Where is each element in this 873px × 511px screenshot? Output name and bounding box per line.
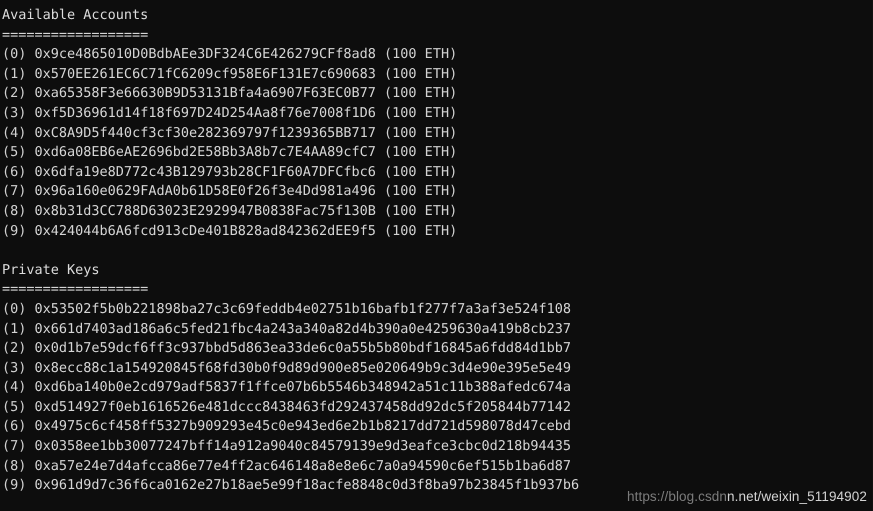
private-key-value-0: 0x53502f5b0b221898ba27c3c69feddb4e02751b…	[34, 300, 571, 317]
account-index-0: (0)	[2, 46, 27, 63]
terminal-output: Available Accounts ================== (0…	[0, 0, 873, 511]
account-row-8: (8) 0x8b31d3CC788D63023E2929947B0838Fac7…	[2, 202, 873, 222]
account-row-3: (3) 0xf5D36961d14f18f697D24D254Aa8f76e70…	[2, 104, 873, 124]
account-address-7: 0x96a160e0629FAdA0b61D58E0f26f3e4Dd981a4…	[34, 183, 376, 200]
private-key-index-6: (6)	[2, 418, 27, 435]
account-address-0: 0x9ce4865010D0BdbAEe3DF324C6E426279CFf8a…	[34, 46, 376, 63]
private-key-index-3: (3)	[2, 359, 27, 376]
section-rule-private-keys: ==================	[2, 281, 149, 298]
account-balance-5: (100 ETH)	[384, 144, 458, 161]
account-balance-8: (100 ETH)	[384, 202, 458, 219]
section-rule-available-accounts: ==================	[2, 26, 149, 43]
account-index-6: (6)	[2, 163, 27, 180]
private-key-row-7: (7) 0x0358ee1bb30077247bff14a912a9040c84…	[2, 437, 873, 457]
account-address-9: 0x424044b6A6fcd913cDe401B828ad842362dEE9…	[34, 222, 376, 239]
account-address-8: 0x8b31d3CC788D63023E2929947B0838Fac75f13…	[34, 202, 376, 219]
private-key-index-9: (9)	[2, 477, 27, 494]
section-title-available-accounts: Available Accounts	[2, 7, 149, 23]
private-key-row-1: (1) 0x661d7403ad186a6c5fed21fbc4a243a340…	[2, 320, 873, 340]
private-key-row-6: (6) 0x4975c6cf458ff5327b909293e45c0e943e…	[2, 417, 873, 437]
account-row-5: (5) 0xd6a08EB6eAE2696bd2E58Bb3A8b7c7E4AA…	[2, 143, 873, 163]
account-balance-4: (100 ETH)	[384, 124, 458, 141]
account-balance-1: (100 ETH)	[384, 65, 458, 82]
account-address-1: 0x570EE261EC6C71fC6209cf958E6F131E7c6906…	[34, 65, 376, 82]
account-row-2: (2) 0xa65358F3e66630B9D53131Bfa4a6907F63…	[2, 84, 873, 104]
account-row-7: (7) 0x96a160e0629FAdA0b61D58E0f26f3e4Dd9…	[2, 182, 873, 202]
account-balance-6: (100 ETH)	[384, 163, 458, 180]
account-index-5: (5)	[2, 144, 27, 161]
private-key-value-2: 0x0d1b7e59dcf6ff3c937bbd5d863ea33de6c0a5…	[34, 340, 571, 357]
account-index-8: (8)	[2, 202, 27, 219]
private-key-row-8: (8) 0xa57e24e7d4afcca86e77e4ff2ac646148a…	[2, 457, 873, 477]
private-key-index-8: (8)	[2, 457, 27, 474]
private-key-row-9: (9) 0x961d9d7c36f6ca0162e27b18ae5e99f18a…	[2, 476, 873, 496]
account-index-9: (9)	[2, 222, 27, 239]
account-address-5: 0xd6a08EB6eAE2696bd2E58Bb3A8b7c7E4AA89cf…	[34, 144, 376, 161]
private-key-value-1: 0x661d7403ad186a6c5fed21fbc4a243a340a82d…	[34, 320, 571, 337]
account-index-7: (7)	[2, 183, 27, 200]
private-key-index-0: (0)	[2, 300, 27, 317]
private-key-row-4: (4) 0xd6ba140b0e2cd979adf5837f1ffce07b6b…	[2, 378, 873, 398]
account-balance-0: (100 ETH)	[384, 46, 458, 63]
private-key-value-5: 0xd514927f0eb1616526e481dccc8438463fd292…	[34, 398, 571, 415]
private-key-row-3: (3) 0x8ecc88c1a154920845f68fd30b0f9d89d9…	[2, 359, 873, 379]
account-balance-9: (100 ETH)	[384, 222, 458, 239]
account-index-2: (2)	[2, 85, 27, 102]
private-key-value-6: 0x4975c6cf458ff5327b909293e45c0e943ed6e2…	[34, 418, 571, 435]
private-key-index-4: (4)	[2, 379, 27, 396]
account-address-3: 0xf5D36961d14f18f697D24D254Aa8f76e7008f1…	[34, 104, 376, 121]
section-title-private-keys: Private Keys	[2, 261, 100, 278]
private-key-value-3: 0x8ecc88c1a154920845f68fd30b0f9d89d900e8…	[34, 359, 571, 376]
blank-line-separator	[2, 241, 873, 261]
private-key-row-5: (5) 0xd514927f0eb1616526e481dccc8438463f…	[2, 398, 873, 418]
private-key-value-4: 0xd6ba140b0e2cd979adf5837f1ffce07b6b5546…	[34, 379, 571, 396]
account-index-3: (3)	[2, 104, 27, 121]
private-key-row-2: (2) 0x0d1b7e59dcf6ff3c937bbd5d863ea33de6…	[2, 339, 873, 359]
private-key-index-2: (2)	[2, 340, 27, 357]
private-key-index-1: (1)	[2, 320, 27, 337]
account-index-1: (1)	[2, 65, 27, 82]
account-balance-3: (100 ETH)	[384, 104, 458, 121]
private-key-row-0: (0) 0x53502f5b0b221898ba27c3c69feddb4e02…	[2, 300, 873, 320]
account-row-1: (1) 0x570EE261EC6C71fC6209cf958E6F131E7c…	[2, 65, 873, 85]
private-key-value-7: 0x0358ee1bb30077247bff14a912a9040c845791…	[34, 438, 571, 455]
account-index-4: (4)	[2, 124, 27, 141]
account-balance-7: (100 ETH)	[384, 183, 458, 200]
account-address-4: 0xC8A9D5f440cf3cf30e282369797f1239365BB7…	[34, 124, 376, 141]
private-key-value-9: 0x961d9d7c36f6ca0162e27b18ae5e99f18acfe8…	[34, 477, 580, 494]
private-key-index-5: (5)	[2, 398, 27, 415]
private-key-value-8: 0xa57e24e7d4afcca86e77e4ff2ac646148a8e8e…	[34, 457, 571, 474]
account-row-0: (0) 0x9ce4865010D0BdbAEe3DF324C6E426279C…	[2, 45, 873, 65]
account-address-6: 0x6dfa19e8D772c43B129793b28CF1F60A7DFCfb…	[34, 163, 376, 180]
account-row-4: (4) 0xC8A9D5f440cf3cf30e282369797f123936…	[2, 124, 873, 144]
account-row-6: (6) 0x6dfa19e8D772c43B129793b28CF1F60A7D…	[2, 163, 873, 183]
private-key-index-7: (7)	[2, 438, 27, 455]
account-address-2: 0xa65358F3e66630B9D53131Bfa4a6907F63EC0B…	[34, 85, 376, 102]
account-balance-2: (100 ETH)	[384, 85, 458, 102]
account-row-9: (9) 0x424044b6A6fcd913cDe401B828ad842362…	[2, 222, 873, 242]
